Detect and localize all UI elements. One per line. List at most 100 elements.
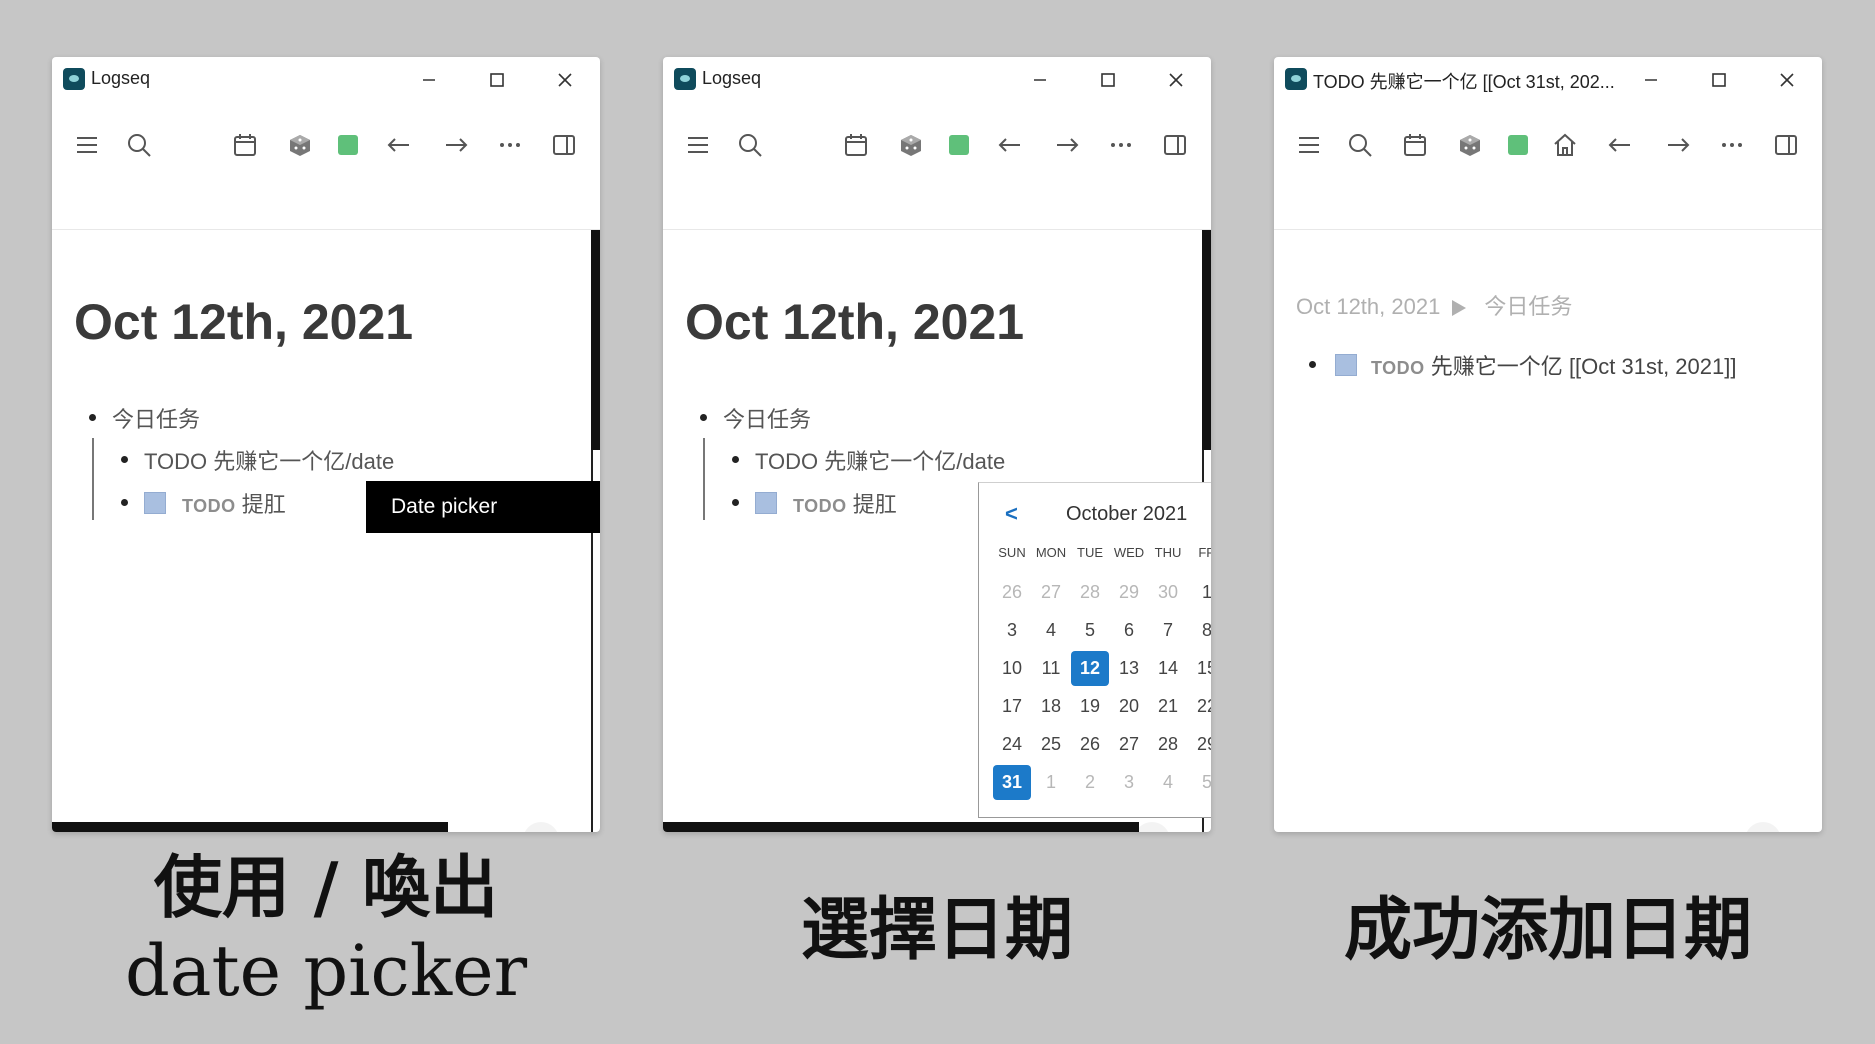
vertical-scrollbar[interactable] [591, 230, 600, 450]
menu-icon[interactable] [683, 130, 713, 160]
calendar-day[interactable]: 4 [1149, 765, 1187, 800]
menu-icon[interactable] [1294, 130, 1324, 160]
minimize-icon[interactable] [1634, 63, 1668, 97]
calendar-day[interactable]: 3 [993, 613, 1031, 648]
search-icon[interactable] [1345, 130, 1375, 160]
calendar-day[interactable]: 5 [1071, 613, 1109, 648]
horizontal-scrollbar[interactable] [663, 822, 1139, 832]
close-icon[interactable] [1770, 63, 1804, 97]
more-icon[interactable] [1717, 130, 1747, 160]
calendar-day[interactable]: 18 [1032, 689, 1070, 724]
calendar-day[interactable]: 12 [1071, 651, 1109, 686]
back-arrow-icon[interactable] [1605, 130, 1635, 160]
search-icon[interactable] [735, 130, 765, 160]
calendar-day[interactable]: 31 [993, 765, 1031, 800]
calendar-day[interactable]: 26 [1071, 727, 1109, 762]
horizontal-scrollbar[interactable] [52, 822, 448, 832]
forward-arrow-icon[interactable] [1663, 130, 1693, 160]
calendar-day[interactable]: 1 [1188, 575, 1211, 610]
vertical-scrollbar[interactable] [1202, 230, 1211, 450]
todo-checkbox[interactable] [755, 492, 777, 514]
close-icon[interactable] [548, 63, 582, 97]
calendar-day[interactable]: 22 [1188, 689, 1211, 724]
calendar-day[interactable]: 13 [1110, 651, 1148, 686]
todo-checkbox[interactable] [144, 492, 166, 514]
calendar-day[interactable]: 11 [1032, 651, 1070, 686]
prev-month-button[interactable]: < [1005, 501, 1018, 527]
block-bullet[interactable] [732, 499, 739, 506]
maximize-icon[interactable] [1702, 63, 1736, 97]
back-arrow-icon[interactable] [384, 130, 414, 160]
calendar-day[interactable]: 29 [1110, 575, 1148, 610]
block-bullet[interactable] [1309, 361, 1316, 368]
green-square-icon[interactable] [949, 135, 969, 155]
block-bullet[interactable] [732, 456, 739, 463]
minimize-icon[interactable] [412, 63, 446, 97]
calendar-day[interactable]: 8 [1188, 613, 1211, 648]
block-bullet[interactable] [89, 414, 96, 421]
green-square-icon[interactable] [1508, 135, 1528, 155]
calendar-day[interactable]: 29 [1188, 727, 1211, 762]
back-arrow-icon[interactable] [995, 130, 1025, 160]
sidebar-icon[interactable] [1771, 130, 1801, 160]
help-button[interactable]: ? [523, 822, 559, 832]
green-square-icon[interactable] [338, 135, 358, 155]
breadcrumb-current[interactable]: 今日任务 [1484, 294, 1572, 319]
calendar-day[interactable]: 15 [1188, 651, 1211, 686]
calendar-day[interactable]: 3 [1110, 765, 1148, 800]
block-child[interactable]: TODO 提肛 [182, 487, 286, 519]
todo-checkbox[interactable] [1335, 354, 1357, 376]
calendar-day[interactable]: 19 [1071, 689, 1109, 724]
sidebar-icon[interactable] [549, 130, 579, 160]
calendar-day[interactable]: 24 [993, 727, 1031, 762]
maximize-icon[interactable] [480, 63, 514, 97]
calendar-icon[interactable] [1400, 130, 1430, 160]
calendar-day[interactable]: 26 [993, 575, 1031, 610]
calendar-day[interactable]: 28 [1071, 575, 1109, 610]
block-parent[interactable]: 今日任务 [723, 402, 811, 434]
calendar-day[interactable]: 17 [993, 689, 1031, 724]
search-icon[interactable] [124, 130, 154, 160]
more-icon[interactable] [495, 130, 525, 160]
calendar-icon[interactable] [841, 130, 871, 160]
block-bullet[interactable] [700, 414, 707, 421]
more-icon[interactable] [1106, 130, 1136, 160]
forward-arrow-icon[interactable] [1052, 130, 1082, 160]
breadcrumb-parent[interactable]: Oct 12th, 2021 [1296, 294, 1440, 319]
calendar-day[interactable]: 27 [1110, 727, 1148, 762]
calendar-day[interactable]: 28 [1149, 727, 1187, 762]
block-child[interactable]: TODO 提肛 [793, 487, 897, 519]
forward-arrow-icon[interactable] [441, 130, 471, 160]
calendar-day[interactable]: 2 [1071, 765, 1109, 800]
calendar-day[interactable]: 10 [993, 651, 1031, 686]
block-parent[interactable]: 今日任务 [112, 402, 200, 434]
close-icon[interactable] [1159, 63, 1193, 97]
cube-icon[interactable] [896, 130, 926, 160]
help-button[interactable]: ? [1745, 822, 1781, 832]
menu-icon[interactable] [72, 130, 102, 160]
calendar-day[interactable]: 27 [1032, 575, 1070, 610]
calendar-day[interactable]: 20 [1110, 689, 1148, 724]
date-picker-command[interactable]: Date picker [366, 481, 600, 533]
calendar-day[interactable]: 21 [1149, 689, 1187, 724]
minimize-icon[interactable] [1023, 63, 1057, 97]
block-bullet[interactable] [121, 499, 128, 506]
block-child-editing[interactable]: TODO 先赚它一个亿/date [144, 444, 394, 476]
calendar-day[interactable]: 7 [1149, 613, 1187, 648]
calendar-day[interactable]: 1 [1032, 765, 1070, 800]
calendar-icon[interactable] [230, 130, 260, 160]
block-child-editing[interactable]: TODO 先赚它一个亿/date [755, 444, 1005, 476]
block-todo[interactable]: TODO 先赚它一个亿 [[Oct 31st, 2021]] [1371, 349, 1736, 381]
cube-icon[interactable] [285, 130, 315, 160]
home-icon[interactable] [1550, 130, 1580, 160]
date-page-link[interactable]: [[Oct 31st, 2021]] [1569, 354, 1737, 379]
calendar-day[interactable]: 14 [1149, 651, 1187, 686]
help-button[interactable]: ? [1134, 822, 1170, 832]
sidebar-icon[interactable] [1160, 130, 1190, 160]
maximize-icon[interactable] [1091, 63, 1125, 97]
block-bullet[interactable] [121, 456, 128, 463]
calendar-day[interactable]: 25 [1032, 727, 1070, 762]
calendar-day[interactable]: 6 [1110, 613, 1148, 648]
calendar-day[interactable]: 4 [1032, 613, 1070, 648]
calendar-day[interactable]: 30 [1149, 575, 1187, 610]
